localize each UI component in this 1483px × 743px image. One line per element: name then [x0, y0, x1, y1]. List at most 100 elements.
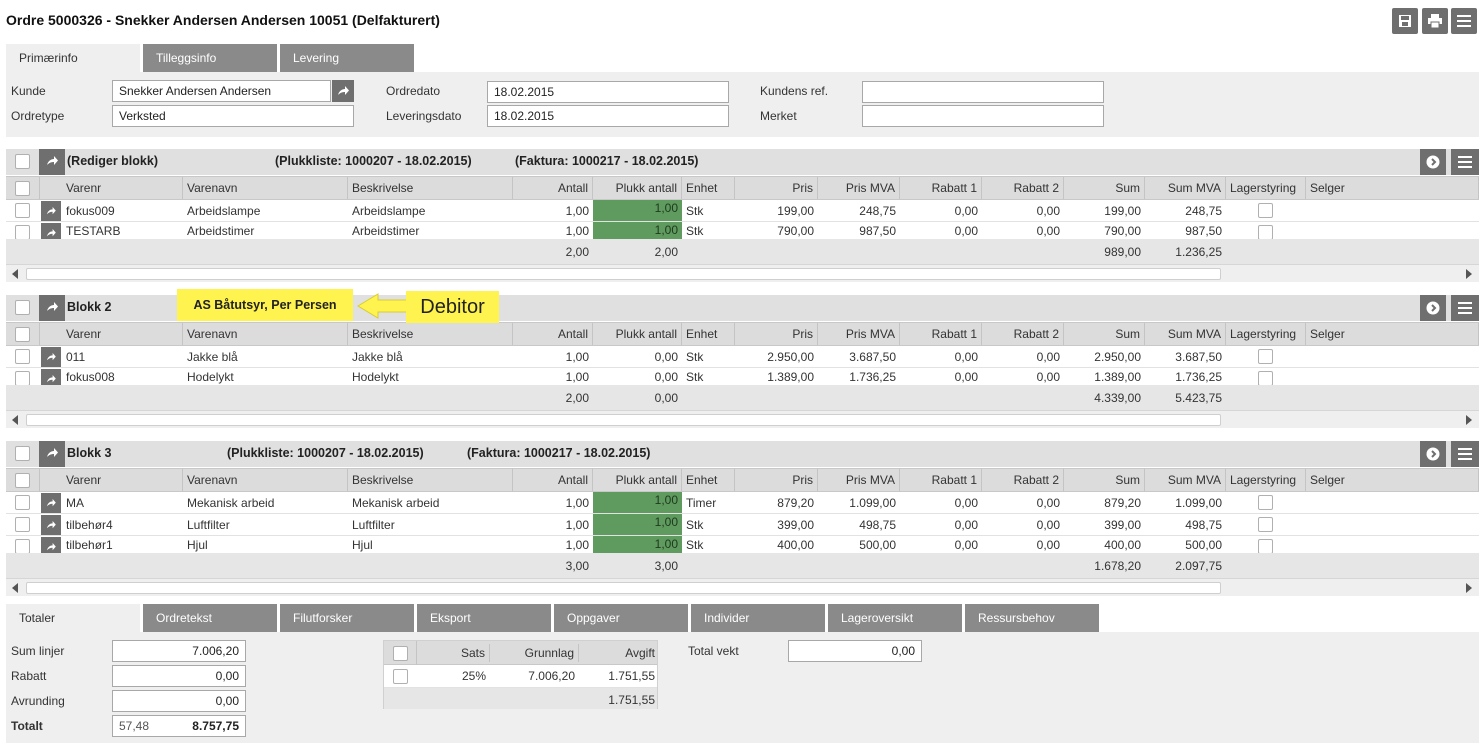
cell-antall[interactable]: 1,00	[513, 222, 593, 239]
cell-enhet[interactable]: Stk	[682, 368, 735, 385]
cell-rabatt2[interactable]: 0,00	[982, 492, 1064, 513]
col-header-pris-mva[interactable]: Pris MVA	[818, 469, 900, 491]
col-header-beskrivelse[interactable]: Beskrivelse	[348, 177, 513, 199]
cell-antall[interactable]: 1,00	[513, 346, 593, 367]
tab-individer[interactable]: Individer	[691, 604, 825, 632]
cell-enhet[interactable]: Stk	[682, 200, 735, 221]
horizontal-scrollbar[interactable]	[6, 264, 1479, 282]
table-row[interactable]: fokus008 Hodelykt Hodelykt 1,00 0,00 Stk 1.389…	[6, 368, 1479, 385]
col-header-enhet[interactable]: Enhet	[682, 323, 735, 345]
cell-rabatt1[interactable]: 0,00	[900, 514, 982, 535]
select-all-checkbox[interactable]	[15, 181, 30, 196]
tab-levering[interactable]: Levering	[280, 44, 414, 72]
col-header-varenavn[interactable]: Varenavn	[183, 177, 348, 199]
horizontal-scrollbar[interactable]	[6, 410, 1479, 428]
col-header-rabatt-1[interactable]: Rabatt 1	[900, 323, 982, 345]
cell-pris-mva[interactable]: 1.736,25	[818, 368, 900, 385]
cell-rabatt1[interactable]: 0,00	[900, 492, 982, 513]
col-header-pris-mva[interactable]: Pris MVA	[818, 323, 900, 345]
scrollbar-thumb[interactable]	[26, 414, 1221, 426]
row-action-button[interactable]	[41, 347, 61, 367]
vat-select-all-checkbox[interactable]	[393, 646, 408, 661]
cell-beskrivelse[interactable]: Arbeidslampe	[348, 200, 513, 221]
cell-varenr[interactable]: fokus008	[62, 368, 183, 385]
col-header-beskrivelse[interactable]: Beskrivelse	[348, 323, 513, 345]
cell-plukk[interactable]: 1,00	[593, 222, 682, 239]
block-2-checkbox[interactable]	[15, 300, 30, 315]
col-header-pris[interactable]: Pris	[735, 323, 818, 345]
row-checkbox[interactable]	[15, 371, 30, 385]
cell-sum-mva[interactable]: 1.736,25	[1145, 368, 1226, 385]
cell-beskrivelse[interactable]: Hodelykt	[348, 368, 513, 385]
cell-sum-mva[interactable]: 500,00	[1145, 536, 1226, 553]
lagerstyring-checkbox[interactable]	[1258, 539, 1273, 553]
cell-beskrivelse[interactable]: Arbeidstimer	[348, 222, 513, 239]
merket-field[interactable]	[862, 105, 1104, 127]
ordredato-field[interactable]: 18.02.2015	[487, 81, 729, 103]
cell-sum[interactable]: 400,00	[1064, 536, 1145, 553]
tab-primaerinfo[interactable]: Primærinfo	[6, 44, 140, 72]
col-header-rabatt-2[interactable]: Rabatt 2	[982, 177, 1064, 199]
cell-plukk[interactable]: 1,00	[593, 492, 682, 513]
row-checkbox[interactable]	[15, 203, 30, 218]
tab-oppgaver[interactable]: Oppgaver	[554, 604, 688, 632]
table-row[interactable]: 011 Jakke blå Jakke blå 1,00 0,00 Stk 2.950,00…	[6, 346, 1479, 368]
cell-pris-mva[interactable]: 498,75	[818, 514, 900, 535]
cell-pris[interactable]: 400,00	[735, 536, 818, 553]
col-header-rabatt-1[interactable]: Rabatt 1	[900, 469, 982, 491]
block-2-next-button[interactable]	[1420, 295, 1446, 321]
col-header-selger[interactable]: Selger	[1306, 469, 1479, 491]
cell-rabatt2[interactable]: 0,00	[982, 222, 1064, 239]
cell-pris[interactable]: 1.389,00	[735, 368, 818, 385]
col-header-sum[interactable]: Sum	[1064, 469, 1145, 491]
col-header-sum-mva[interactable]: Sum MVA	[1145, 469, 1226, 491]
cell-pris[interactable]: 790,00	[735, 222, 818, 239]
cell-enhet[interactable]: Stk	[682, 346, 735, 367]
table-row[interactable]: MA Mekanisk arbeid Mekanisk arbeid 1,00 1,00…	[6, 492, 1479, 514]
col-header-pris[interactable]: Pris	[735, 177, 818, 199]
col-header-rabatt-2[interactable]: Rabatt 2	[982, 469, 1064, 491]
block-3-action-button[interactable]	[39, 441, 65, 467]
cell-varenr[interactable]: fokus009	[62, 200, 183, 221]
table-row[interactable]: tilbehør4 Luftfilter Luftfilter 1,00 1,00 Stk…	[6, 514, 1479, 536]
row-checkbox[interactable]	[15, 517, 30, 532]
col-header-rabatt-1[interactable]: Rabatt 1	[900, 177, 982, 199]
cell-rabatt2[interactable]: 0,00	[982, 536, 1064, 553]
cell-sum[interactable]: 2.950,00	[1064, 346, 1145, 367]
cell-rabatt1[interactable]: 0,00	[900, 222, 982, 239]
cell-rabatt1[interactable]: 0,00	[900, 536, 982, 553]
tab-filutforsker[interactable]: Filutforsker	[280, 604, 414, 632]
print-button[interactable]	[1422, 8, 1448, 34]
col-header-enhet[interactable]: Enhet	[682, 469, 735, 491]
cell-pris[interactable]: 199,00	[735, 200, 818, 221]
block-1-menu-button[interactable]	[1451, 149, 1479, 175]
col-header-sum-mva[interactable]: Sum MVA	[1145, 323, 1226, 345]
vat-row-checkbox[interactable]	[393, 669, 408, 684]
col-header-plukk-antall[interactable]: Plukk antall	[593, 177, 682, 199]
block-2-menu-button[interactable]	[1451, 295, 1479, 321]
cell-antall[interactable]: 1,00	[513, 200, 593, 221]
cell-varenavn[interactable]: Arbeidstimer	[183, 222, 348, 239]
col-header-lagerstyring[interactable]: Lagerstyring	[1226, 323, 1306, 345]
col-header-varenr[interactable]: Varenr	[62, 469, 183, 491]
col-header-rabatt-2[interactable]: Rabatt 2	[982, 323, 1064, 345]
row-action-button[interactable]	[41, 493, 61, 513]
block-1-checkbox[interactable]	[15, 154, 30, 169]
select-all-checkbox[interactable]	[15, 327, 30, 342]
col-header-sum-mva[interactable]: Sum MVA	[1145, 177, 1226, 199]
row-checkbox[interactable]	[15, 225, 30, 239]
col-header-lagerstyring[interactable]: Lagerstyring	[1226, 177, 1306, 199]
lagerstyring-checkbox[interactable]	[1258, 495, 1273, 510]
kunde-field[interactable]: Snekker Andersen Andersen	[112, 80, 331, 102]
tab-tilleggsinfo[interactable]: Tilleggsinfo	[143, 44, 277, 72]
scrollbar-thumb[interactable]	[26, 582, 1221, 594]
total-vekt-field[interactable]: 0,00	[788, 640, 922, 662]
cell-antall[interactable]: 1,00	[513, 368, 593, 385]
col-header-enhet[interactable]: Enhet	[682, 177, 735, 199]
cell-enhet[interactable]: Stk	[682, 536, 735, 553]
cell-pris-mva[interactable]: 500,00	[818, 536, 900, 553]
col-header-varenr[interactable]: Varenr	[62, 323, 183, 345]
row-checkbox[interactable]	[15, 349, 30, 364]
table-row[interactable]: fokus009 Arbeidslampe Arbeidslampe 1,00 1,00…	[6, 200, 1479, 222]
cell-sum-mva[interactable]: 3.687,50	[1145, 346, 1226, 367]
